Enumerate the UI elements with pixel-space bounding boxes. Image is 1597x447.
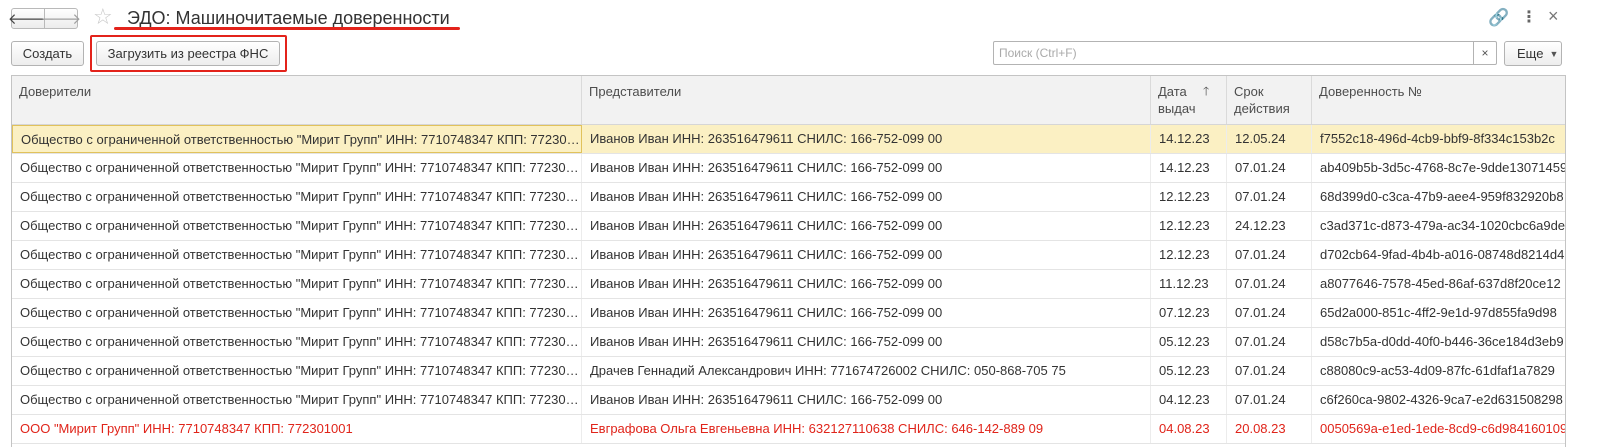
representative-cell: Иванов Иван ИНН: 263516479611 СНИЛС: 166… [582,154,1151,182]
validity-cell: 20.08.23 [1227,415,1312,443]
table-row[interactable]: ООО "Мирит Групп" ИНН: 7710748347 КПП: 7… [12,415,1565,444]
number-cell: f7552c18-496d-4cb9-bbf9-8f334c153b2c [1320,131,1555,146]
arrow-right-icon: 🡒 [40,11,82,28]
issue-date-cell: 05.12.23 [1151,357,1227,385]
validity-cell: 07.01.24 [1227,357,1312,385]
representative-cell: Евграфова Ольга Евгеньевна ИНН: 63212711… [582,415,1151,443]
issue-date-cell: 05.12.23 [1151,328,1227,356]
representative-cell: Иванов Иван ИНН: 263516479611 СНИЛС: 166… [582,125,1151,153]
issue-date-cell: 12.12.23 [1151,241,1227,269]
more-button-label: Еще [1517,46,1544,61]
number-cell: 65d2a000-851c-4ff2-9e1d-97d855fa9d98 [1320,305,1557,320]
principal-cell: Общество с ограниченной ответственностью… [12,183,582,211]
validity-cell: 24.12.23 [1227,212,1312,240]
number-cell: d702cb64-9fad-4b4b-a016-08748d8214d4 [1320,247,1565,262]
issue-date-cell: 14.12.23 [1151,125,1227,153]
validity-cell: 07.01.24 [1227,386,1312,414]
principal-cell: Общество с ограниченной ответственностью… [12,125,582,153]
issue-date-cell: 04.12.23 [1151,386,1227,414]
representative-cell: Иванов Иван ИНН: 263516479611 СНИЛС: 166… [582,328,1151,356]
validity-cell: 07.01.24 [1227,299,1312,327]
table-row[interactable]: Общество с ограниченной ответственностью… [12,154,1565,183]
page-title: ЭДО: Машиночитаемые доверенности [127,8,450,28]
create-button[interactable]: Создать [11,41,84,66]
close-icon[interactable]: × [1548,6,1559,27]
column-header-label: Представители [589,84,682,99]
principal-cell: Общество с ограниченной ответственностью… [12,154,582,182]
table-row[interactable]: Общество с ограниченной ответственностью… [12,328,1565,357]
issue-date-cell: 12.12.23 [1151,183,1227,211]
forward-button[interactable]: 🡒 [40,8,82,29]
table-body: Общество с ограниченной ответственностью… [12,125,1565,444]
table-row[interactable]: Общество с ограниченной ответственностью… [12,386,1565,415]
number-cell: a8077646-7578-45ed-86af-637d8f20ce12 [1320,276,1561,291]
principal-cell: Общество с ограниченной ответственностью… [12,270,582,298]
number-cell: c6f260ca-9802-4326-9ca7-e2d631508298 [1320,392,1563,407]
column-header-validity[interactable]: Срок действия [1227,76,1312,124]
sort-ascending-icon: 🡑 [1203,84,1210,98]
link-icon[interactable]: 🔗 [1488,8,1509,28]
number-cell: 0050569a-e1ed-1ede-8cd9-c6d984160109 [1320,421,1565,436]
validity-cell: 07.01.24 [1227,270,1312,298]
principal-cell: Общество с ограниченной ответственностью… [12,241,582,269]
column-header-issue-date[interactable]: Дата выдач 🡑 [1151,76,1227,124]
representative-cell: Иванов Иван ИНН: 263516479611 СНИЛС: 166… [582,299,1151,327]
more-vertical-icon[interactable]: ⋮ [1521,7,1537,27]
issue-date-cell: 12.12.23 [1151,212,1227,240]
column-header-label: Срок действия [1234,84,1290,116]
column-header-number[interactable]: Доверенность № [1312,76,1565,124]
column-header-representatives[interactable]: Представители [582,76,1151,124]
chevron-down-icon: ▼ [1549,48,1559,59]
table-row[interactable]: Общество с ограниченной ответственностью… [12,183,1565,212]
validity-cell: 07.01.24 [1227,154,1312,182]
column-header-label: Дата выдач [1158,84,1196,116]
representative-cell: Иванов Иван ИНН: 263516479611 СНИЛС: 166… [582,212,1151,240]
validity-cell: 07.01.24 [1227,241,1312,269]
title-annotation-underline [114,27,460,30]
number-cell: 68d399d0-c3ca-47b9-aee4-959f832920b8 [1320,189,1564,204]
principal-cell: Общество с ограниченной ответственностью… [12,386,582,414]
issue-date-cell: 14.12.23 [1151,154,1227,182]
close-icon: × [1481,46,1489,60]
table-row[interactable]: Общество с ограниченной ответственностью… [12,125,1565,154]
search-input[interactable] [993,41,1474,65]
back-button[interactable]: 🡐 [8,8,48,29]
number-cell: ab409b5b-3d5c-4768-8c7e-9dde13071459 [1320,160,1565,175]
table-row[interactable]: Общество с ограниченной ответственностью… [12,357,1565,386]
validity-cell: 07.01.24 [1227,183,1312,211]
table-row[interactable]: Общество с ограниченной ответственностью… [12,241,1565,270]
star-icon[interactable]: ☆ [93,5,113,29]
validity-cell: 12.05.24 [1227,125,1312,153]
representative-cell: Иванов Иван ИНН: 263516479611 СНИЛС: 166… [582,183,1151,211]
principal-cell: Общество с ограниченной ответственностью… [12,212,582,240]
representative-cell: Иванов Иван ИНН: 263516479611 СНИЛС: 166… [582,241,1151,269]
principal-cell: ООО "Мирит Групп" ИНН: 7710748347 КПП: 7… [12,415,582,443]
table-row[interactable]: Общество с ограниченной ответственностью… [12,212,1565,241]
principal-cell: Общество с ограниченной ответственностью… [12,328,582,356]
number-cell: c3ad371c-d873-479a-ac34-1020cbc6a9de [1320,218,1565,233]
table-row[interactable]: Общество с ограниченной ответственностью… [12,299,1565,328]
representative-cell: Иванов Иван ИНН: 263516479611 СНИЛС: 166… [582,386,1151,414]
principal-cell: Общество с ограниченной ответственностью… [12,357,582,385]
load-from-fns-registry-button[interactable]: Загрузить из реестра ФНС [96,41,280,66]
representative-cell: Драчев Геннадий Александрович ИНН: 77167… [582,357,1151,385]
powers-of-attorney-table: Доверители Представители Дата выдач 🡑 Сро… [11,75,1566,447]
more-actions-button[interactable]: Еще ▼ [1504,41,1562,66]
column-header-label: Доверители [19,84,92,99]
table-row[interactable]: Общество с ограниченной ответственностью… [12,270,1565,299]
issue-date-cell: 04.08.23 [1151,415,1227,443]
principal-cell: Общество с ограниченной ответственностью… [12,299,582,327]
representative-cell: Иванов Иван ИНН: 263516479611 СНИЛС: 166… [582,270,1151,298]
column-header-principals[interactable]: Доверители [12,76,582,124]
table-header: Доверители Представители Дата выдач 🡑 Сро… [12,76,1565,125]
number-cell: d58c7b5a-d0dd-40f0-b446-36ce184d3eb9 [1320,334,1564,349]
issue-date-cell: 07.12.23 [1151,299,1227,327]
title-bar: 🡐 🡒 ☆ ЭДО: Машиночитаемые доверенности 🔗… [0,0,1597,36]
number-cell: c88080c9-ac53-4d09-87fc-61dfaf1a7829 [1320,363,1555,378]
column-header-label: Доверенность № [1319,84,1423,99]
search-clear-button[interactable]: × [1473,41,1497,65]
validity-cell: 07.01.24 [1227,328,1312,356]
issue-date-cell: 11.12.23 [1151,270,1227,298]
